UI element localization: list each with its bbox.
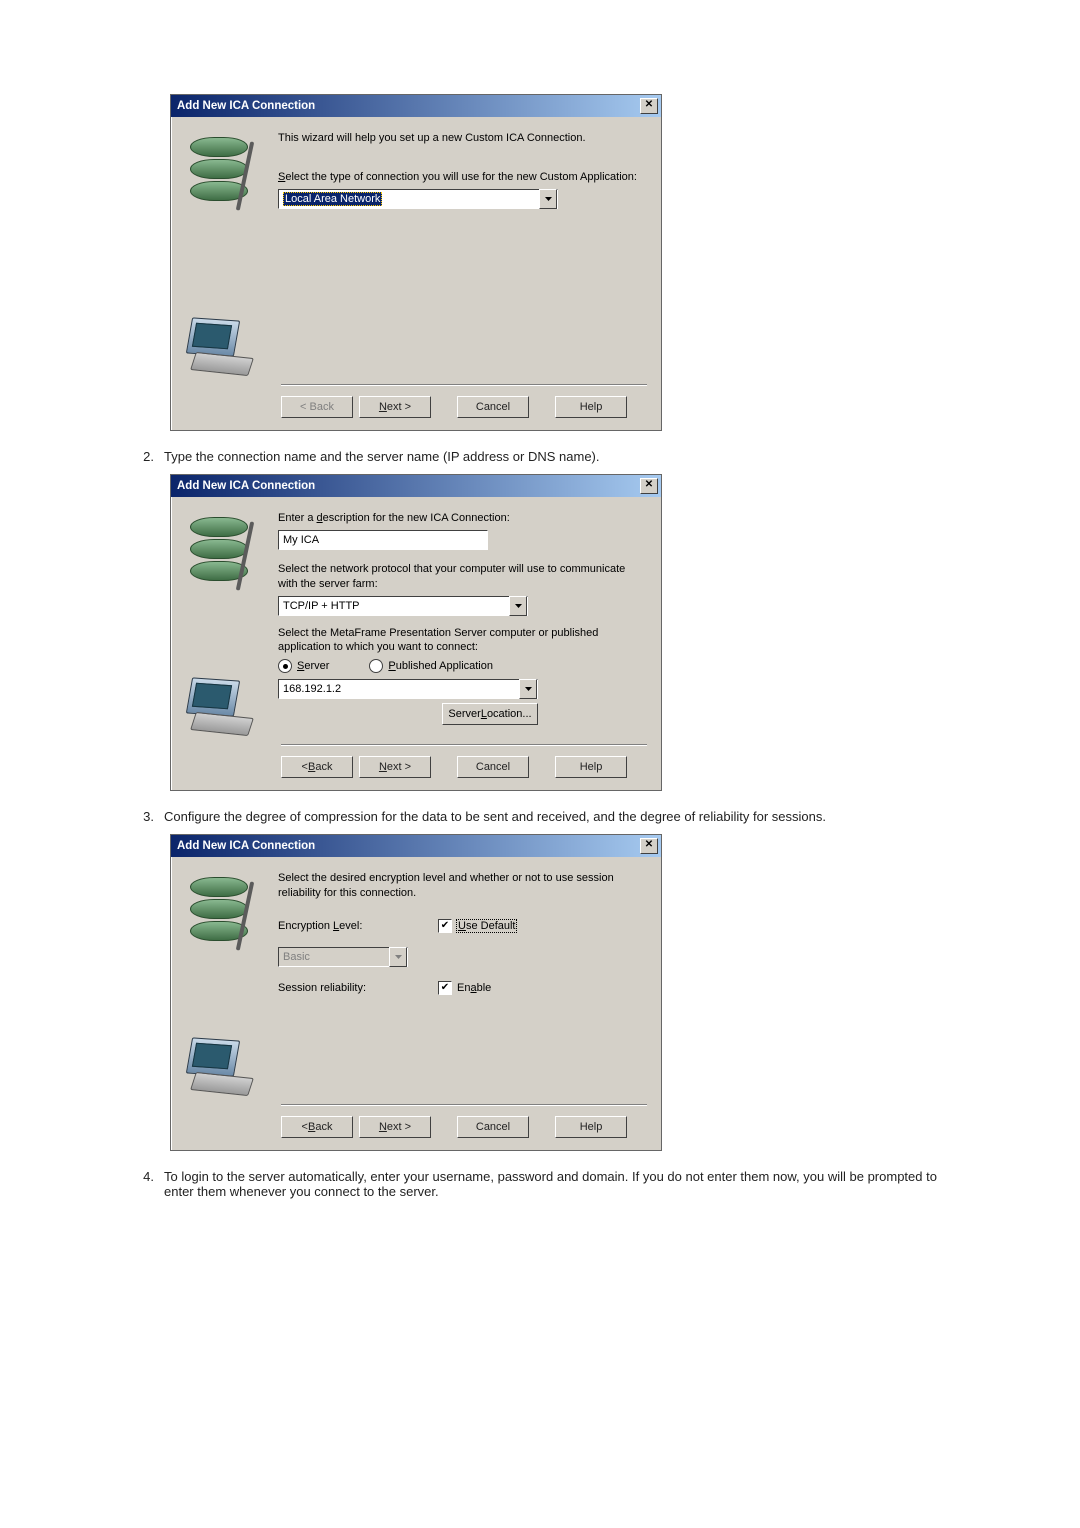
session-reliability-label: Session reliability:: [278, 982, 418, 994]
step-text: To login to the server automatically, en…: [164, 1169, 960, 1199]
back-button[interactable]: < Back: [281, 756, 353, 778]
dialog-title: Add New ICA Connection: [177, 100, 315, 112]
enable-checkbox[interactable]: ✔ Enable: [438, 981, 647, 995]
button-row: < Back Next > Cancel Help: [281, 385, 647, 430]
description-label: Enter a description for the new ICA Conn…: [278, 511, 647, 526]
chevron-down-icon: [539, 189, 557, 209]
next-button[interactable]: Next >: [359, 396, 431, 418]
connection-type-value: Local Area Network: [283, 192, 382, 206]
encryption-intro: Select the desired encryption level and …: [278, 871, 647, 901]
cancel-button[interactable]: Cancel: [457, 396, 529, 418]
next-button[interactable]: Next >: [359, 1116, 431, 1138]
step-2: 2. Type the connection name and the serv…: [130, 449, 960, 464]
title-bar: Add New ICA Connection ✕: [171, 475, 661, 497]
step-number: 4.: [130, 1169, 164, 1184]
button-row: < Back Next > Cancel Help: [281, 1105, 647, 1150]
cancel-button[interactable]: Cancel: [457, 1116, 529, 1138]
server-stack-icon: [181, 129, 255, 219]
title-bar: Add New ICA Connection ✕: [171, 95, 661, 117]
wizard-dialog-connection-type: Add New ICA Connection ✕ This wizard wil…: [170, 94, 662, 431]
server-stack-icon: [181, 869, 255, 959]
step-number: 2.: [130, 449, 164, 464]
server-stack-icon: [181, 509, 255, 599]
help-button[interactable]: Help: [555, 396, 627, 418]
cancel-button[interactable]: Cancel: [457, 756, 529, 778]
server-app-label: Select the MetaFrame Presentation Server…: [278, 626, 647, 656]
help-button[interactable]: Help: [555, 1116, 627, 1138]
server-location-button[interactable]: Server Location...: [442, 703, 538, 725]
step-text: Configure the degree of compression for …: [164, 809, 960, 824]
dialog-title: Add New ICA Connection: [177, 840, 315, 852]
close-icon[interactable]: ✕: [640, 98, 658, 114]
monitor-icon: [189, 679, 255, 731]
radio-icon: [369, 659, 383, 673]
document-page: Add New ICA Connection ✕ This wizard wil…: [0, 0, 1080, 1269]
server-value: 168.192.1.2: [283, 683, 341, 695]
next-button[interactable]: Next >: [359, 756, 431, 778]
step-number: 3.: [130, 809, 164, 824]
back-button: < Back: [281, 396, 353, 418]
button-row: < Back Next > Cancel Help: [281, 745, 647, 790]
description-input[interactable]: My ICA: [278, 530, 488, 550]
wizard-dialog-encryption: Add New ICA Connection ✕ Select the desi…: [170, 834, 662, 1151]
radio-icon: [278, 659, 292, 673]
chevron-down-icon: [509, 596, 527, 616]
encryption-level-label: Encryption Level:: [278, 920, 418, 932]
monitor-icon: [189, 1039, 255, 1091]
step-3: 3. Configure the degree of compression f…: [130, 809, 960, 824]
checkbox-icon: ✔: [438, 919, 452, 933]
connection-type-select[interactable]: Local Area Network: [278, 189, 558, 209]
close-icon[interactable]: ✕: [640, 838, 658, 854]
close-icon[interactable]: ✕: [640, 478, 658, 494]
title-bar: Add New ICA Connection ✕: [171, 835, 661, 857]
dialog-title: Add New ICA Connection: [177, 480, 315, 492]
chevron-down-icon: [389, 947, 407, 967]
use-default-checkbox[interactable]: ✔ Use Default: [438, 919, 647, 933]
enable-label: Enable: [457, 982, 491, 994]
wizard-dialog-description: Add New ICA Connection ✕ Enter a descrip…: [170, 474, 662, 791]
wizard-graphic: [181, 129, 266, 379]
protocol-label: Select the network protocol that your co…: [278, 562, 647, 592]
radio-server[interactable]: Server: [278, 659, 329, 673]
connection-type-label: Select the type of connection you will u…: [278, 170, 647, 185]
radio-published-app[interactable]: Published Application: [369, 659, 493, 673]
server-address-combobox[interactable]: 168.192.1.2: [278, 679, 538, 699]
protocol-value: TCP/IP + HTTP: [283, 600, 360, 612]
help-button[interactable]: Help: [555, 756, 627, 778]
monitor-icon: [189, 319, 255, 371]
protocol-select[interactable]: TCP/IP + HTTP: [278, 596, 528, 616]
step-4: 4. To login to the server automatically,…: [130, 1169, 960, 1199]
use-default-label: Use Default: [457, 920, 516, 932]
wizard-graphic: [181, 869, 266, 1099]
chevron-down-icon: [519, 679, 537, 699]
back-button[interactable]: < Back: [281, 1116, 353, 1138]
step-text: Type the connection name and the server …: [164, 449, 960, 464]
encryption-value: Basic: [283, 951, 310, 963]
checkbox-icon: ✔: [438, 981, 452, 995]
intro-text: This wizard will help you set up a new C…: [278, 131, 647, 146]
wizard-graphic: [181, 509, 266, 739]
encryption-select-disabled: Basic: [278, 947, 408, 967]
